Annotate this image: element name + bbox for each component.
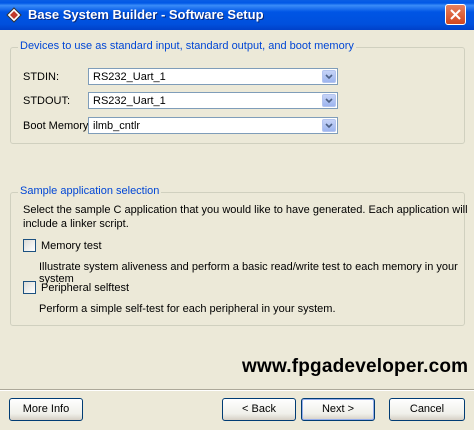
sample-group-label: Sample application selection: [18, 185, 162, 197]
close-icon: [450, 9, 461, 20]
peripheral-selftest-label[interactable]: Peripheral selftest: [41, 282, 129, 294]
stdin-dropdown-button[interactable]: [322, 70, 336, 83]
close-button[interactable]: [445, 4, 466, 25]
title-bar[interactable]: Base System Builder - Software Setup: [0, 0, 474, 30]
stdin-select[interactable]: RS232_Uart_1: [88, 68, 338, 85]
back-button[interactable]: < Back: [222, 398, 296, 421]
stdin-label: STDIN:: [23, 71, 60, 83]
peripheral-selftest-checkbox[interactable]: [23, 281, 36, 294]
boot-memory-select[interactable]: ilmb_cntlr: [88, 117, 338, 134]
memory-test-checkbox[interactable]: [23, 239, 36, 252]
watermark-text: www.fpgadeveloper.com: [242, 356, 469, 377]
stdout-label: STDOUT:: [23, 95, 71, 107]
boot-memory-value: ilmb_cntlr: [93, 120, 141, 132]
sample-intro-line2: include a linker script.: [23, 218, 129, 230]
more-info-button[interactable]: More Info: [9, 398, 83, 421]
button-separator: [0, 389, 474, 391]
chevron-down-icon: [325, 123, 333, 129]
devices-group-label: Devices to use as standard input, standa…: [18, 40, 356, 52]
boot-memory-dropdown-button[interactable]: [322, 119, 336, 132]
peripheral-selftest-description: Perform a simple self-test for each peri…: [39, 303, 336, 315]
boot-memory-label: Boot Memory:: [23, 120, 92, 132]
window-title: Base System Builder - Software Setup: [28, 7, 264, 22]
chevron-down-icon: [325, 98, 333, 104]
stdout-select[interactable]: RS232_Uart_1: [88, 92, 338, 109]
app-icon: [6, 7, 22, 23]
sample-intro-line1: Select the sample C application that you…: [23, 204, 468, 216]
next-button[interactable]: Next >: [301, 398, 375, 421]
cancel-button[interactable]: Cancel: [389, 398, 465, 421]
memory-test-label[interactable]: Memory test: [41, 240, 102, 252]
chevron-down-icon: [325, 74, 333, 80]
stdin-value: RS232_Uart_1: [93, 71, 166, 83]
stdout-dropdown-button[interactable]: [322, 94, 336, 107]
stdout-value: RS232_Uart_1: [93, 95, 166, 107]
